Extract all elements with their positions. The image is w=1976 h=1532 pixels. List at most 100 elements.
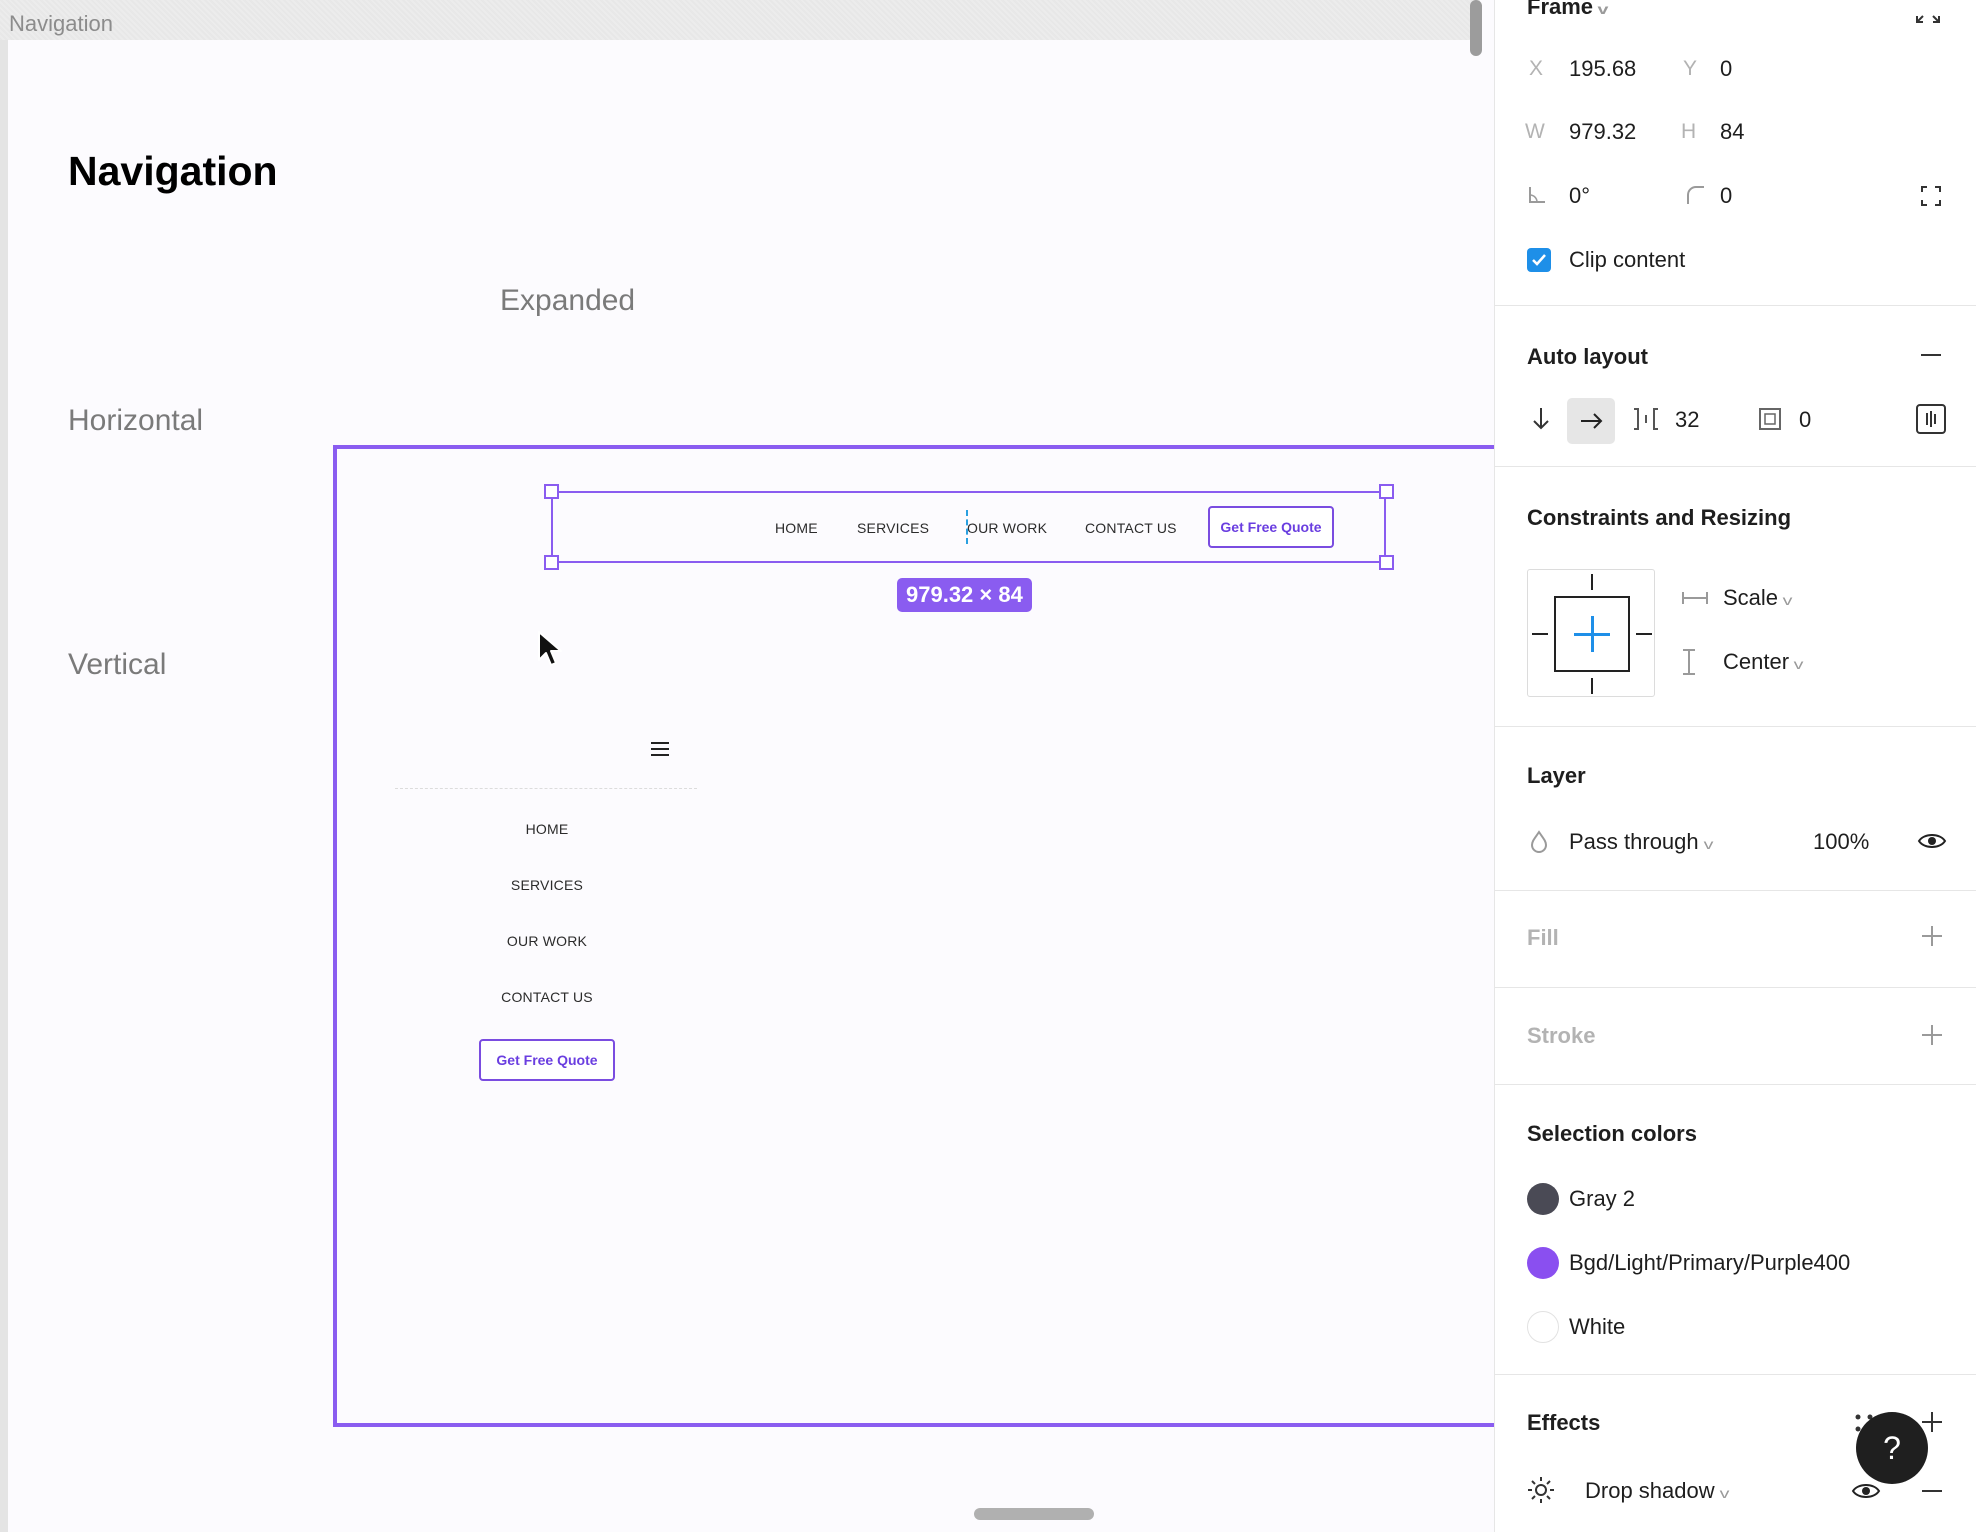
- size-badge: 979.32 × 84: [897, 578, 1032, 612]
- frame-title: Frame: [1527, 0, 1594, 19]
- fill-title: Fill: [1527, 925, 1559, 950]
- drop-shadow-select[interactable]: Drop shadow v: [1585, 1478, 1730, 1504]
- add-stroke-icon[interactable]: [1921, 1024, 1943, 1046]
- effects-title: Effects: [1527, 1410, 1601, 1435]
- rotation-icon: [1529, 187, 1545, 203]
- get-free-quote-button[interactable]: Get Free Quote: [1208, 506, 1334, 548]
- checkmark-icon: [1532, 254, 1546, 266]
- add-effect-icon[interactable]: [1921, 1411, 1943, 1433]
- horizontal-constraint-value: Scale: [1723, 585, 1779, 610]
- resize-handle-bottom-left[interactable]: [544, 555, 559, 570]
- mouse-cursor-icon: [538, 631, 562, 666]
- label-horizontal: Horizontal: [68, 404, 204, 437]
- vertical-nav-link-our-work[interactable]: OUR WORK: [447, 933, 647, 949]
- width-input[interactable]: 979.32: [1569, 119, 1636, 145]
- arrow-right-icon: [1581, 413, 1603, 429]
- vertical-nav-link-home[interactable]: HOME: [447, 821, 647, 837]
- rotation-input[interactable]: 0°: [1569, 183, 1590, 209]
- collapse-icon[interactable]: [1913, 4, 1943, 26]
- color-swatch-purple400[interactable]: [1527, 1247, 1559, 1279]
- frame-name-tab[interactable]: Navigation: [0, 0, 1480, 40]
- horizontal-scrollbar[interactable]: [974, 1508, 1094, 1520]
- color-swatch-white[interactable]: [1527, 1311, 1559, 1343]
- drop-shadow-sun-icon[interactable]: [1527, 1476, 1555, 1504]
- color-name-white[interactable]: White: [1569, 1314, 1625, 1340]
- vertical-nav-link-contact-us[interactable]: CONTACT US: [447, 989, 647, 1005]
- color-name-gray-2[interactable]: Gray 2: [1569, 1186, 1635, 1212]
- drop-shadow-label: Drop shadow: [1585, 1478, 1715, 1503]
- resize-handle-top-right[interactable]: [1379, 484, 1394, 499]
- divider: [1495, 466, 1976, 467]
- label-vertical: Vertical: [68, 648, 167, 681]
- y-input[interactable]: 0: [1720, 56, 1732, 82]
- divider: [1495, 726, 1976, 727]
- blend-mode-select[interactable]: Pass through v: [1569, 829, 1714, 855]
- frame-section-header[interactable]: Frame v: [1527, 0, 1609, 20]
- remove-auto-layout-icon[interactable]: [1919, 345, 1943, 365]
- color-name-purple400[interactable]: Bgd/Light/Primary/Purple400: [1569, 1250, 1850, 1276]
- selection-colors-title: Selection colors: [1527, 1121, 1697, 1146]
- item-spacing-icon: [1634, 408, 1658, 430]
- item-spacing-input[interactable]: 32: [1675, 407, 1699, 433]
- blend-mode-icon: [1530, 830, 1548, 853]
- vertical-constraint-icon: [1683, 649, 1695, 675]
- corner-radius-input[interactable]: 0: [1720, 183, 1732, 209]
- nav-link-contact-us[interactable]: CONTACT US: [1085, 520, 1177, 536]
- layer-title: Layer: [1527, 763, 1586, 788]
- chevron-down-icon: v: [1782, 592, 1793, 608]
- eye-icon[interactable]: [1917, 830, 1947, 852]
- padding-input[interactable]: 0: [1799, 407, 1811, 433]
- direction-horizontal-button[interactable]: [1567, 398, 1615, 444]
- w-label: W: [1525, 120, 1545, 143]
- properties-panel: Frame v X 195.68 Y 0 W 979.32 H 84 0° 0 C…: [1494, 0, 1976, 1532]
- arrow-down-icon[interactable]: [1531, 406, 1551, 432]
- divider: [1495, 1084, 1976, 1085]
- alignment-icon[interactable]: [1915, 403, 1947, 435]
- chevron-down-icon: v: [1719, 1485, 1730, 1501]
- divider: [1495, 1374, 1976, 1375]
- height-input[interactable]: 84: [1720, 119, 1744, 145]
- vertical-get-free-quote-button[interactable]: Get Free Quote: [479, 1039, 615, 1081]
- constraints-widget[interactable]: [1527, 569, 1655, 697]
- horizontal-constraint-icon: [1682, 592, 1708, 604]
- x-label: X: [1529, 57, 1544, 80]
- x-input[interactable]: 195.68: [1569, 56, 1636, 82]
- design-canvas[interactable]: Navigation Navigation Expanded Horizonta…: [0, 0, 1494, 1532]
- resize-handle-bottom-right[interactable]: [1379, 555, 1394, 570]
- constraints-title: Constraints and Resizing: [1527, 505, 1792, 530]
- horizontal-nav-frame[interactable]: HOME SERVICES OUR WORK CONTACT US Get Fr…: [551, 491, 1386, 563]
- canvas-edge: [0, 0, 8, 1532]
- frame-name-label: Navigation: [9, 11, 113, 36]
- opacity-input[interactable]: 100%: [1813, 829, 1869, 855]
- horizontal-constraint-select[interactable]: Scale v: [1723, 585, 1793, 611]
- divider: [1495, 305, 1976, 306]
- vertical-scrollbar[interactable]: [1470, 0, 1482, 56]
- y-label: Y: [1683, 57, 1698, 80]
- remove-effect-icon[interactable]: [1921, 1481, 1943, 1501]
- stroke-title: Stroke: [1527, 1023, 1596, 1048]
- clip-content-label: Clip content: [1569, 247, 1686, 272]
- hamburger-menu-icon[interactable]: [651, 742, 671, 758]
- color-swatch-gray-2[interactable]: [1527, 1183, 1559, 1215]
- divider: [1495, 890, 1976, 891]
- chevron-down-icon: v: [1597, 1, 1609, 17]
- help-button[interactable]: ?: [1856, 1412, 1928, 1484]
- nav-link-our-work[interactable]: OUR WORK: [967, 520, 1047, 536]
- independent-corners-icon[interactable]: [1919, 184, 1943, 208]
- corner-radius-icon: [1687, 186, 1704, 204]
- label-expanded: Expanded: [500, 284, 636, 317]
- vertical-nav-link-services[interactable]: SERVICES: [447, 877, 647, 893]
- add-fill-icon[interactable]: [1921, 925, 1943, 947]
- divider: [1495, 987, 1976, 988]
- vertical-constraint-value: Center: [1723, 649, 1790, 674]
- clip-content-checkbox[interactable]: [1527, 248, 1551, 272]
- nav-link-home[interactable]: HOME: [775, 520, 818, 536]
- spacing-guide: [966, 510, 968, 544]
- nav-link-services[interactable]: SERVICES: [857, 520, 929, 536]
- effect-visibility-eye-icon[interactable]: [1851, 1480, 1881, 1502]
- vertical-constraint-select[interactable]: Center v: [1723, 649, 1803, 675]
- resize-handle-top-left[interactable]: [544, 484, 559, 499]
- chevron-down-icon: v: [1703, 836, 1714, 852]
- page-title: Navigation: [68, 148, 278, 194]
- h-label: H: [1681, 120, 1697, 143]
